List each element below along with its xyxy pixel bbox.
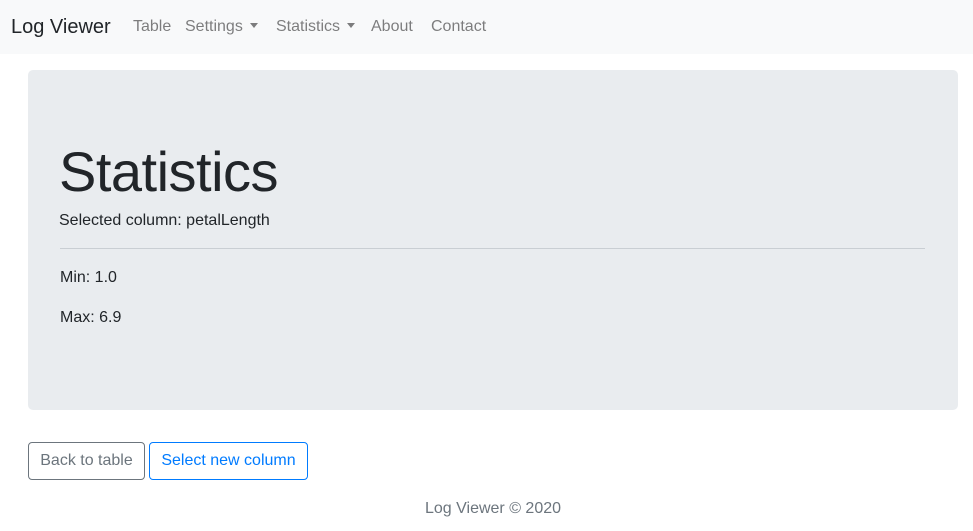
- page-title: Statistics: [59, 140, 279, 203]
- max-value-text: Max: 6.9: [60, 309, 122, 326]
- nav-item-contact[interactable]: Contact: [431, 17, 486, 37]
- chevron-down-icon: [347, 23, 356, 29]
- nav-item-about[interactable]: About: [371, 17, 413, 37]
- chevron-down-icon: [249, 23, 258, 29]
- navbar-brand[interactable]: Log Viewer: [11, 14, 111, 40]
- nav-item-label: Statistics: [276, 18, 341, 35]
- nav-item-label: Table: [133, 18, 172, 35]
- nav-item-label: Contact: [431, 18, 487, 35]
- min-value-text: Min: 1.0: [60, 269, 117, 286]
- nav-item-settings-dropdown[interactable]: Settings: [185, 17, 258, 37]
- navbar: Log Viewer Table Settings Statistics Abo…: [0, 0, 973, 54]
- footer-text: Log Viewer © 2020: [424, 500, 562, 517]
- nav-item-label: About: [371, 18, 413, 35]
- divider: [60, 248, 925, 249]
- nav-item-table[interactable]: Table: [133, 17, 171, 37]
- select-new-column-button[interactable]: Select new column: [149, 442, 308, 480]
- nav-item-label: Settings: [185, 18, 243, 35]
- nav-item-statistics-dropdown[interactable]: Statistics: [276, 17, 356, 37]
- statistics-panel: Statistics Selected column: petalLength …: [28, 70, 958, 410]
- selected-column-text: Selected column: petalLength: [59, 212, 270, 229]
- back-to-table-button[interactable]: Back to table: [28, 442, 145, 480]
